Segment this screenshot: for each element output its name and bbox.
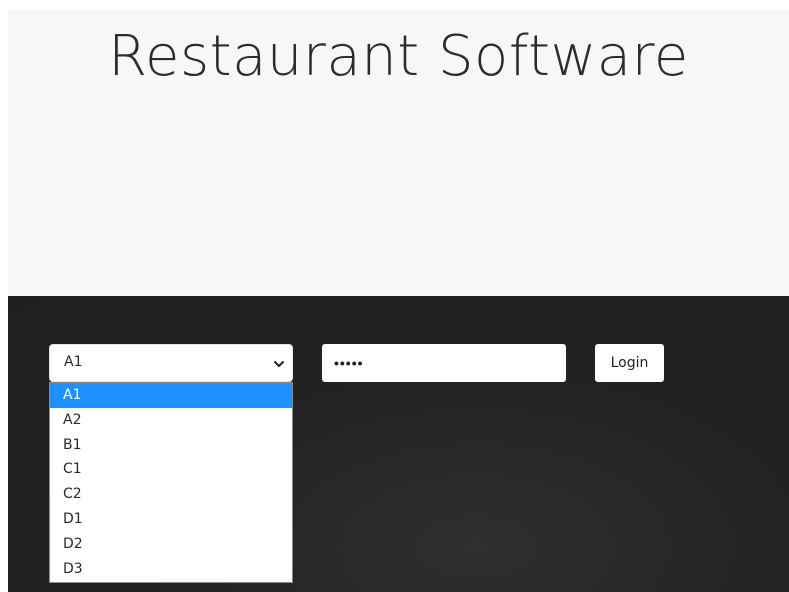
table-select[interactable]: A1 [49, 344, 293, 382]
page: Restaurant Software A1 A1 A2 B1 C1 C2 D1… [8, 10, 789, 592]
table-dropdown-list: A1 A2 B1 C1 C2 D1 D2 D3 [49, 382, 293, 583]
login-button[interactable]: Login [595, 344, 664, 382]
dropdown-option-d2[interactable]: D2 [50, 532, 292, 557]
dropdown-option-a2[interactable]: A2 [50, 408, 292, 433]
page-title: Restaurant Software [108, 24, 689, 89]
dropdown-option-b1[interactable]: B1 [50, 433, 292, 458]
chevron-down-icon [274, 361, 284, 367]
hero-section: Restaurant Software [8, 10, 789, 296]
dropdown-option-d3[interactable]: D3 [50, 557, 292, 582]
dropdown-option-c1[interactable]: C1 [50, 457, 292, 482]
dropdown-option-c2[interactable]: C2 [50, 482, 292, 507]
dropdown-option-a1[interactable]: A1 [50, 383, 292, 408]
dropdown-option-d1[interactable]: D1 [50, 507, 292, 532]
password-input[interactable] [322, 344, 566, 382]
login-section: A1 A1 A2 B1 C1 C2 D1 D2 D3 Login [8, 296, 789, 592]
table-select-value: A1 [64, 354, 83, 370]
